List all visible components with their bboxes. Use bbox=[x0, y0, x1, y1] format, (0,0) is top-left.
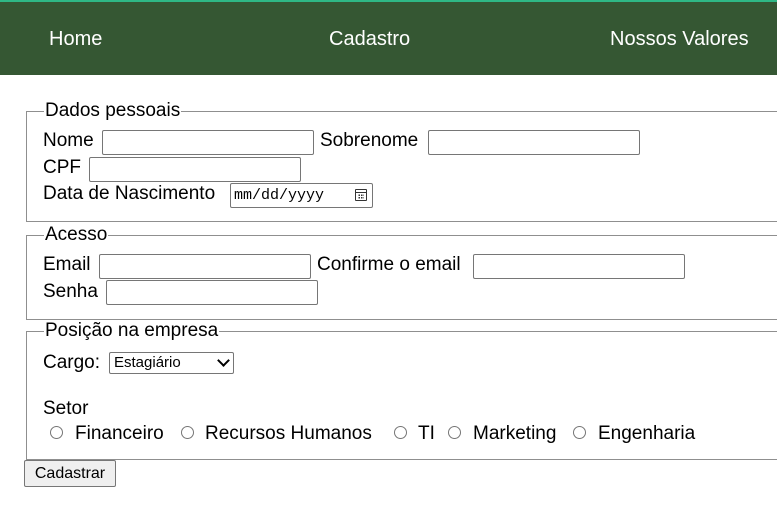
nome-label: Nome bbox=[43, 130, 94, 151]
legend-posicao: Posição na empresa bbox=[45, 320, 219, 341]
calendar-icon[interactable] bbox=[355, 189, 367, 201]
top-navbar: Home Cadastro Nossos Valores bbox=[0, 2, 777, 75]
nome-input[interactable] bbox=[102, 130, 314, 155]
senha-label: Senha bbox=[43, 281, 98, 302]
radio-ti[interactable] bbox=[394, 426, 407, 439]
setor-label: Setor bbox=[43, 398, 89, 419]
email-input[interactable] bbox=[99, 254, 311, 279]
cargo-label: Cargo: bbox=[43, 352, 101, 373]
cpf-label: CPF bbox=[43, 157, 81, 178]
legend-dados-pessoais: Dados pessoais bbox=[45, 100, 181, 121]
nav-nossos-valores-link[interactable]: Nossos Valores bbox=[610, 26, 749, 52]
sobrenome-label: Sobrenome bbox=[320, 130, 419, 151]
radio-label-engenharia: Engenharia bbox=[598, 423, 696, 444]
radio-label-financeiro: Financeiro bbox=[75, 423, 164, 444]
legend-acesso: Acesso bbox=[45, 224, 108, 245]
nascimento-label: Data de Nascimento bbox=[43, 183, 216, 204]
chevron-down-icon bbox=[217, 354, 230, 367]
cadastrar-button[interactable]: Cadastrar bbox=[24, 460, 116, 487]
email-label: Email bbox=[43, 254, 91, 275]
nascimento-date-input[interactable]: mm/dd/yyyy bbox=[230, 183, 373, 208]
radio-label-ti: TI bbox=[418, 423, 435, 444]
cpf-input[interactable] bbox=[89, 157, 301, 182]
cargo-selected-value: Estagiário bbox=[114, 354, 181, 371]
nav-cadastro-link[interactable]: Cadastro bbox=[329, 26, 410, 52]
confirme-email-label: Confirme o email bbox=[317, 254, 461, 275]
radio-recursos-humanos[interactable] bbox=[181, 426, 194, 439]
date-placeholder: mm/dd/yyyy bbox=[234, 187, 325, 204]
radio-marketing[interactable] bbox=[448, 426, 461, 439]
radio-financeiro[interactable] bbox=[50, 426, 63, 439]
nav-home-link[interactable]: Home bbox=[49, 26, 102, 52]
confirme-email-input[interactable] bbox=[473, 254, 685, 279]
senha-input[interactable] bbox=[106, 280, 318, 305]
cargo-select[interactable]: Estagiário bbox=[109, 352, 234, 374]
sobrenome-input[interactable] bbox=[428, 130, 640, 155]
radio-label-marketing: Marketing bbox=[473, 423, 557, 444]
radio-label-recursos-humanos: Recursos Humanos bbox=[205, 423, 372, 444]
radio-engenharia[interactable] bbox=[573, 426, 586, 439]
